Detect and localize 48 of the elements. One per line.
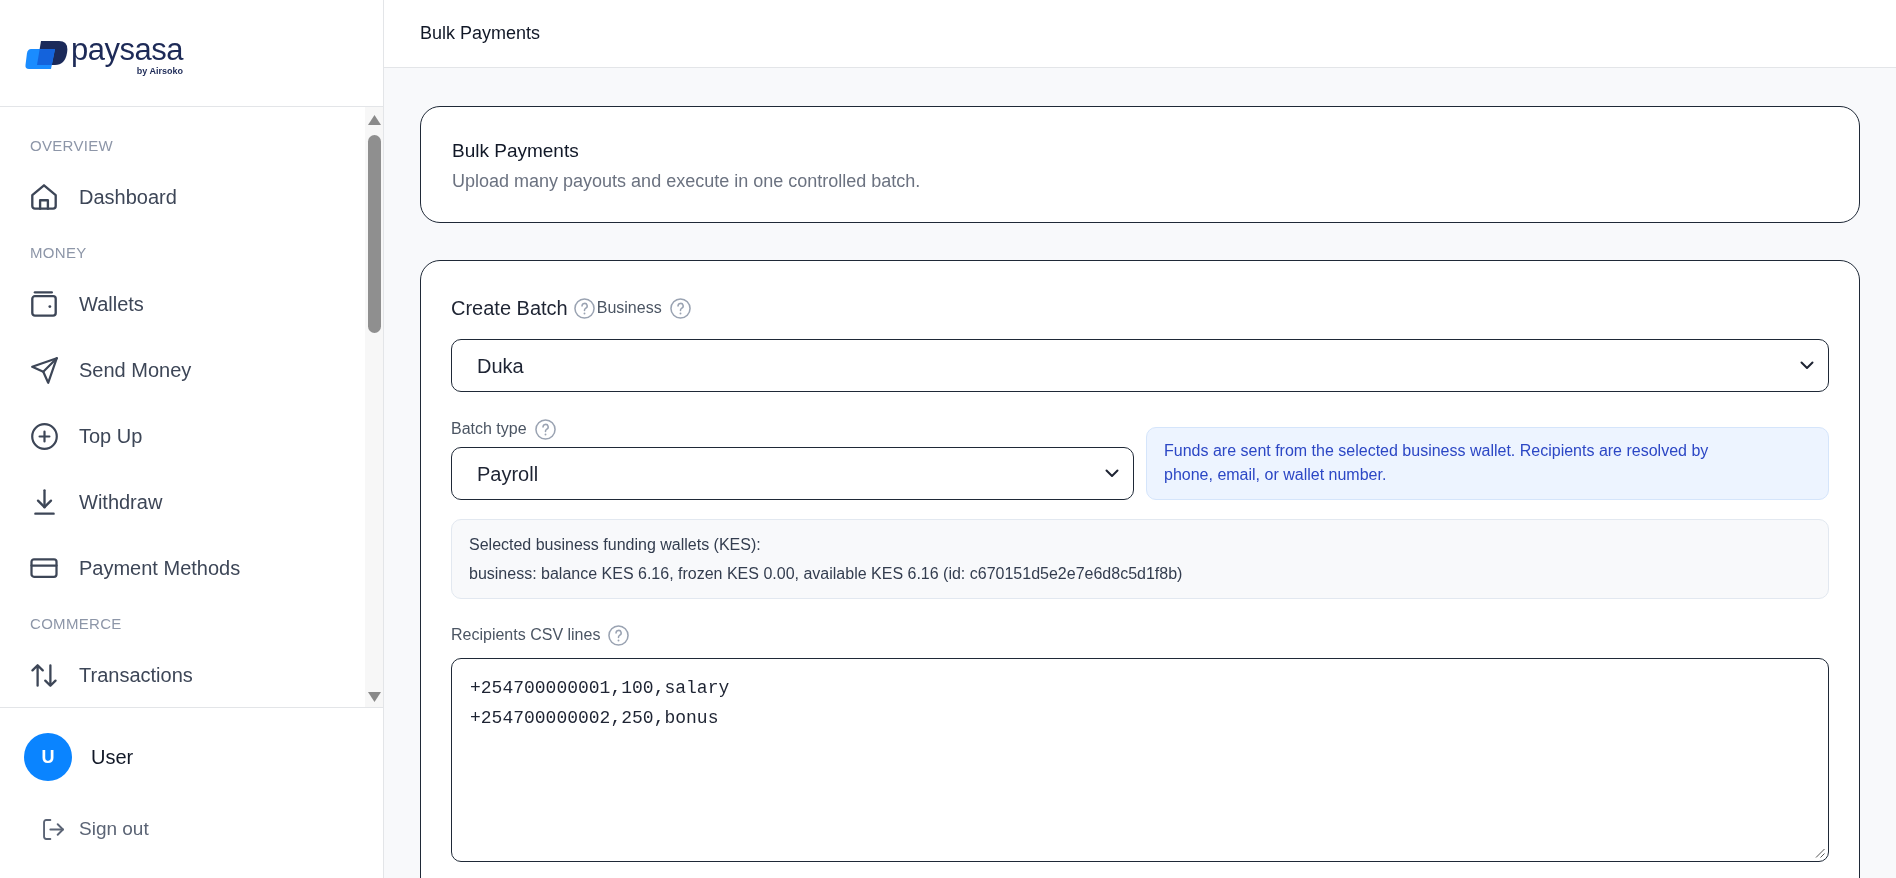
plus-circle-icon — [30, 422, 58, 450]
resize-grip-icon[interactable] — [1815, 848, 1825, 858]
sidebar-item[interactable]: Top Up — [22, 409, 359, 463]
scrollbar-thumb[interactable] — [368, 135, 381, 333]
sidebar-item[interactable]: Withdraw — [22, 475, 359, 529]
logo-wordmark: paysasa — [71, 34, 183, 65]
section-heading: COMMERCE — [30, 615, 123, 633]
help-icon[interactable] — [573, 297, 595, 319]
chevron-down-icon — [1800, 361, 1814, 370]
help-icon[interactable] — [608, 624, 630, 646]
wallet-info-line: business: balance KES 6.16, frozen KES 0.00, available KES 6.16 (id: c670151d5e2e7e6d8c5d1f8b) — [469, 564, 1184, 584]
home-icon — [31, 184, 57, 210]
wallet-info-heading: Selected business funding wallets (KES): — [469, 535, 762, 555]
recipients-textarea[interactable]: +254700000001,100,salary +254700000002,250,bonus — [451, 658, 1829, 862]
help-icon[interactable] — [669, 297, 691, 319]
user-name: User — [91, 745, 134, 770]
download-icon — [33, 489, 55, 515]
user-avatar: U — [24, 733, 72, 781]
business-select[interactable]: Duka — [451, 339, 1829, 392]
field-label: Business — [596, 298, 662, 318]
sidebar-item[interactable]: Dashboard — [22, 170, 359, 224]
batch-type-select[interactable]: Payroll — [451, 447, 1134, 500]
field-label: Batch type — [451, 419, 527, 439]
scrollbar-track[interactable] — [365, 107, 383, 707]
credit-card-icon — [30, 558, 58, 578]
scroll-up-arrow-icon[interactable] — [368, 115, 381, 125]
help-icon[interactable] — [534, 418, 556, 440]
sidebar-item[interactable]: Transactions — [22, 648, 359, 702]
card-title: Bulk Payments — [452, 139, 580, 163]
send-icon — [30, 356, 58, 384]
chevron-down-icon — [1105, 469, 1119, 478]
sidebar-item[interactable]: Wallets — [22, 277, 359, 331]
section-heading: OVERVIEW — [30, 137, 114, 155]
logo-tagline: by Airsoko — [136, 65, 183, 76]
card-subtitle: Upload many payouts and execute in one controlled batch. — [452, 170, 922, 193]
info-notice: Funds are sent from the selected business wallet. Recipients are resolved by phone, email, or wallet number. — [1146, 427, 1829, 500]
scroll-down-arrow-icon[interactable] — [368, 692, 381, 702]
section-heading: MONEY — [30, 244, 88, 262]
up-down-arrows-icon — [31, 663, 57, 687]
sign-out-icon — [43, 818, 64, 840]
sign-out-link[interactable]: Sign out — [43, 815, 149, 844]
wallet-icon — [31, 291, 57, 317]
field-label: Recipients CSV lines — [451, 625, 601, 645]
card-title: Create Batch — [451, 296, 568, 321]
sidebar-item[interactable]: Payment Methods — [22, 541, 359, 595]
page-title: Bulk Payments — [420, 22, 541, 45]
sidebar-item[interactable]: Send Money — [22, 343, 359, 397]
logo-icon — [25, 41, 68, 69]
